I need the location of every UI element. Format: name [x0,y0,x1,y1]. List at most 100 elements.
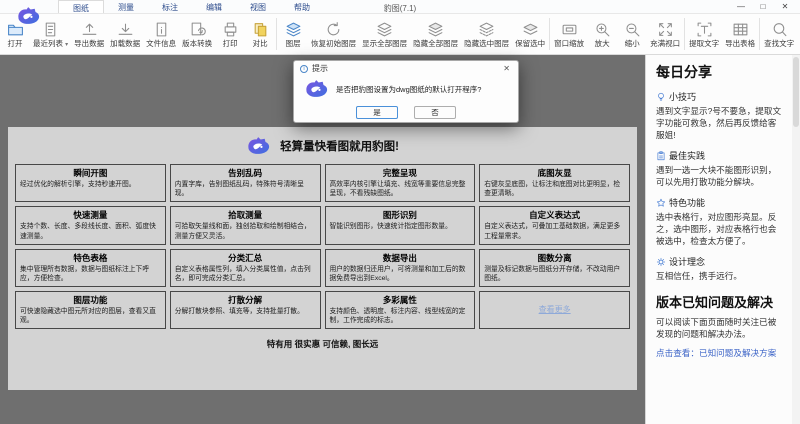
section-text: 遇到一选一大块不能图形识别，可以先用打散功能分解块。 [656,165,777,188]
dialog-body: 是否把豹图设置为dwg图纸的默认打开程序? [294,76,518,100]
printer-icon [222,19,239,39]
yes-button[interactable]: 是 [356,106,398,119]
search-icon [771,19,788,39]
section-title: 小技巧 [669,92,697,102]
scrollbar[interactable] [792,55,800,424]
restore-layers-button[interactable]: 恢复初始图层 [308,14,359,54]
compare-button[interactable]: 对比 [245,14,275,54]
window-controls: — □ ✕ [730,0,796,12]
tab-view[interactable]: 视图 [236,0,280,13]
tab-drawing[interactable]: 图纸 [58,0,104,13]
extract-text-button[interactable]: 提取文字 [686,14,722,54]
panel-headline: 轻算量快看图就用豹图! [280,141,399,153]
toolbar-group-zoom: 窗口缩放 放大 缩小 充满视口 [551,14,683,54]
known-issues-link[interactable]: 已知问题及解决方案 [699,348,776,358]
feature-cell: 分类汇总 自定义表格属性列，填入分类属性值，点击列名，即可完成分类汇总。 [169,248,321,288]
find-text-button[interactable]: 查找文字 [761,14,797,54]
sidebar-section-feature: 特色功能 选中表格行，对应图形亮显。反之，选中图形，对应表格行也会被选中，检查太… [656,196,783,247]
sidebar-section-practice: 最佳实践 遇到一选一大块不能图形识别，可以先用打散功能分解块。 [656,149,783,188]
dialog-close-icon[interactable]: ✕ [501,64,512,73]
feature-cell: 自定义表达式 自定义表达式，可叠加工基础数据，满足更多工程量需求。 [479,206,630,245]
leopard-logo-icon [248,137,270,154]
feature-cell: 图数分离 测量及标记数据与图纸分开存储，不改动用户图纸。 [479,248,630,288]
sidebar-section-tips: 小技巧 遇到文字显示?号不要急，提取文字功能可救急，然后再反馈给客服姐! [656,90,783,141]
info-icon: i [300,64,308,73]
version-convert-icon [189,19,206,39]
section-title: 设计理念 [669,257,706,268]
load-data-button[interactable]: 加载数据 [107,14,143,54]
toolbar-separator [549,18,551,50]
known-issues-link-line: 点击查看：已知问题及解决方案 [656,348,777,359]
tab-annotate[interactable]: 标注 [148,0,192,13]
toolbar-group-layers: 图层 恢复初始图层 显示全部图层 隐藏全部图层 隐藏选中图层 保留选中 [278,14,548,54]
window-zoom-button[interactable]: 窗口缩放 [551,14,587,54]
feature-cell: 打散分解 分解打散块参照、填充等，支持批量打散。 [169,291,321,330]
layers-keep-icon [522,19,539,39]
gear-icon [656,257,666,266]
tab-edit[interactable]: 编辑 [192,0,236,13]
no-button[interactable]: 否 [414,106,456,119]
welcome-panel: 轻算量快看图就用豹图! 瞬间开图 经过优化的解析引擎，支持秒速开图。 告别乱码 内置… [8,127,637,390]
scrollbar-thumb[interactable] [793,57,799,127]
feature-cell-more: 查看更多 [479,291,630,330]
maximize-icon[interactable]: □ [752,0,774,12]
dialog-buttons: 是 否 [294,106,518,119]
fit-viewport-icon [657,19,674,39]
feature-cell: 告别乱码 内置字库，告别图纸乱码，特殊符号清晰呈现。 [169,164,321,203]
hide-selected-layers-button[interactable]: 隐藏选中图层 [461,14,512,54]
layers-stack-icon [376,19,393,39]
section-text: 互相信任，携手远行。 [656,271,742,282]
export-data-button[interactable]: 导出数据 [71,14,107,54]
clipboard-icon [657,151,665,160]
dialog-titlebar: i 提示 ✕ [294,61,518,76]
zoom-in-icon [594,19,611,39]
print-button[interactable]: 打印 [215,14,245,54]
export-table-button[interactable]: 导出表格 [722,14,758,54]
tab-help[interactable]: 帮助 [280,0,324,13]
zoom-in-button[interactable]: 放大 [587,14,617,54]
recent-doc-icon [42,19,59,39]
section-title: 最佳实践 [669,151,706,162]
zoom-out-button[interactable]: 缩小 [617,14,647,54]
tab-measure[interactable]: 测量 [104,0,148,13]
toolbar-group-find: 查找文字 [761,14,797,54]
section-text: 选中表格行，对应图形亮显。反之，选中图形，对应表格行也会被选中，检查太方便了。 [656,212,777,247]
layers-icon [285,19,302,39]
layers-stack-icon [427,19,444,39]
compare-pages-icon [252,19,269,39]
feature-cell: 完整呈现 高效率内核引擎让填充、线宽等重要信息完整呈现，不看残缺图纸。 [324,164,476,203]
sidebar-title: 每日分享 [656,64,712,80]
fit-viewport-button[interactable]: 充满视口 [647,14,683,54]
toolbar: 打开 最近列表 ▾ 导出数据 加载数据 文件信息 版本转换 打印 对比 图层 恢… [0,13,800,55]
known-issues-text: 可以阅读下面页面随时关注已被发现的问题和解决办法。 [656,317,777,340]
version-convert-button[interactable]: 版本转换 [179,14,215,54]
chevron-down-icon: ▾ [65,42,69,48]
panel-tagline: 特有用 很实惠 可信赖, 图长远 [266,339,379,350]
known-issues-title: 版本已知问题及解决 [656,295,774,311]
panel-header: 轻算量快看图就用豹图! [8,127,637,164]
feature-cell: 快速测量 支持个数、长度、多段线长度、面积、弧度快速测量。 [15,206,166,245]
toolbar-separator [276,18,278,50]
default-program-dialog: i 提示 ✕ 是否把豹图设置为dwg图纸的默认打开程序? 是 否 [293,60,519,123]
toolbar-separator [759,18,761,50]
toolbar-separator [684,18,686,50]
minimize-icon[interactable]: — [730,0,752,12]
hide-all-layers-button[interactable]: 隐藏全部图层 [410,14,461,54]
keep-selected-button[interactable]: 保留选中 [512,14,548,54]
show-all-layers-button[interactable]: 显示全部图层 [359,14,410,54]
leopard-logo-icon [306,80,328,97]
window-zoom-icon [561,19,578,39]
daily-share-sidebar: 每日分享 小技巧 遇到文字显示?号不要急，提取文字功能可救急，然后再反馈给客服姐… [645,55,792,424]
layers-button[interactable]: 图层 [278,14,308,54]
feature-cell: 拾取测量 可拾取矢量线和面，独创拾取和绘制相结合，测量方便又灵活。 [169,206,321,245]
section-title: 特色功能 [669,198,706,209]
zoom-out-icon [624,19,641,39]
close-icon[interactable]: ✕ [774,0,796,12]
restore-icon [325,19,342,39]
dialog-title: 提示 [312,64,328,73]
see-more-link[interactable]: 查看更多 [539,304,571,315]
titlebar: 图纸 测量 标注 编辑 视图 帮助 豹图(7.1) — □ ✕ [0,0,800,24]
star-icon [656,198,666,207]
download-icon [117,19,134,39]
file-info-button[interactable]: 文件信息 [143,14,179,54]
